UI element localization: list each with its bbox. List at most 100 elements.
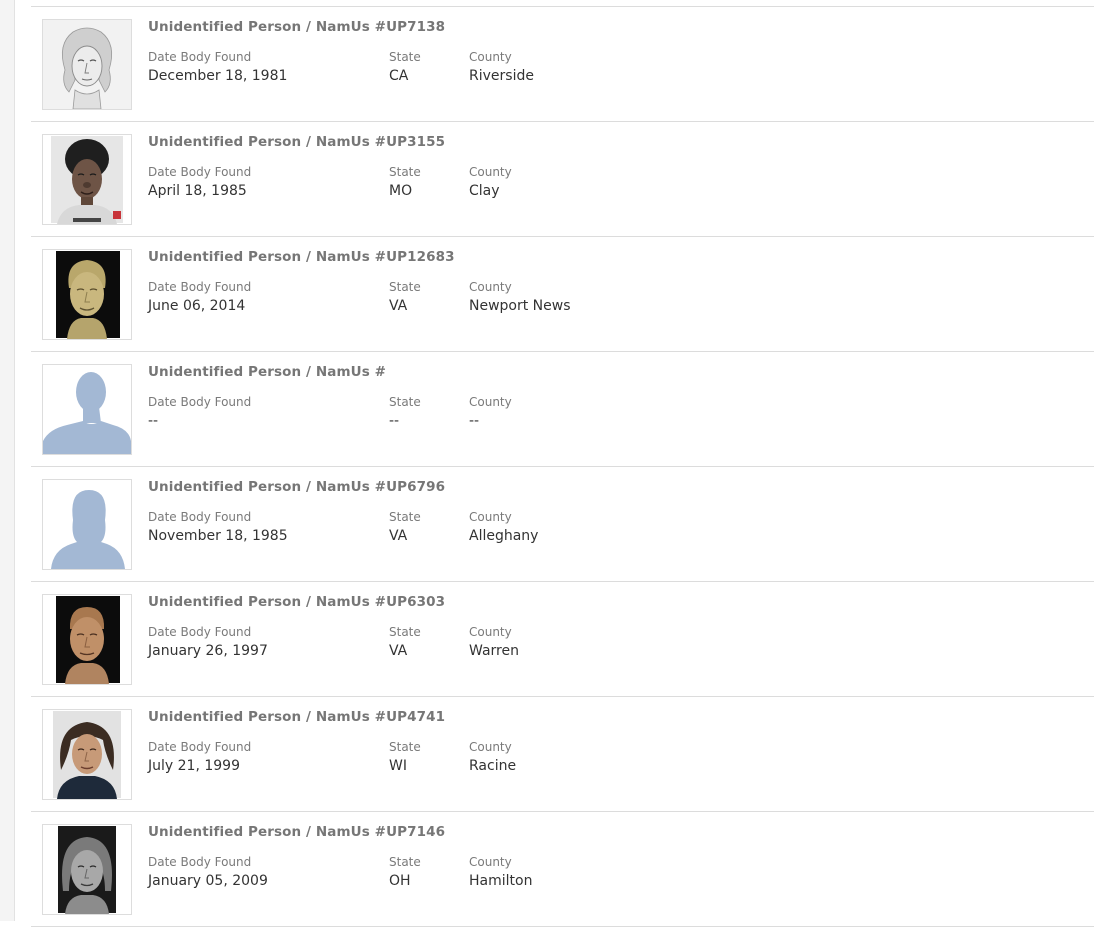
date-body-found-field: Date Body Found April 18, 1985	[148, 165, 251, 199]
county-label: County	[469, 625, 512, 639]
county-value: Racine	[469, 758, 517, 774]
date-value: January 26, 1997	[148, 643, 268, 659]
county-field: County Riverside	[469, 50, 534, 84]
state-label: State	[389, 740, 421, 754]
case-title[interactable]: Unidentified Person / NamUs #UP6303	[148, 594, 445, 610]
state-value: MO	[389, 183, 413, 199]
date-label: Date Body Found	[148, 280, 252, 294]
date-value: June 06, 2014	[148, 298, 246, 314]
county-field: County Newport News	[469, 280, 571, 314]
result-row[interactable]: Unidentified Person / NamUs #UP6303 Date…	[31, 582, 1094, 697]
county-value: Clay	[469, 183, 500, 199]
state-value: VA	[389, 643, 408, 659]
state-label: State	[389, 280, 421, 294]
state-value: VA	[389, 528, 408, 544]
case-title[interactable]: Unidentified Person / NamUs #UP4741	[148, 709, 445, 725]
date-label: Date Body Found	[148, 50, 252, 64]
result-row[interactable]: Unidentified Person / NamUs #UP4741 Date…	[31, 697, 1094, 812]
case-photo[interactable]	[42, 19, 132, 110]
case-title[interactable]: Unidentified Person / NamUs #UP7138	[148, 19, 445, 35]
clay-reconstruction-face-icon	[43, 250, 131, 339]
state-value: WI	[389, 758, 407, 774]
state-field: State WI	[389, 740, 421, 774]
result-row[interactable]: Unidentified Person / NamUs # Date Body …	[31, 352, 1094, 467]
result-row[interactable]: Unidentified Person / NamUs #UP6796 Date…	[31, 467, 1094, 582]
county-value: Warren	[469, 643, 519, 659]
date-body-found-field: Date Body Found --	[148, 395, 251, 429]
date-label: Date Body Found	[148, 855, 252, 869]
county-label: County	[469, 395, 512, 409]
state-label: State	[389, 855, 421, 869]
state-field: State VA	[389, 510, 421, 544]
state-field: State MO	[389, 165, 421, 199]
state-value: --	[389, 413, 400, 429]
date-value: January 05, 2009	[148, 873, 268, 889]
state-field: State VA	[389, 280, 421, 314]
state-field: State --	[389, 395, 421, 429]
case-photo[interactable]	[42, 479, 132, 570]
state-field: State CA	[389, 50, 421, 84]
case-photo[interactable]	[42, 249, 132, 340]
case-photo[interactable]	[42, 709, 132, 800]
female-silhouette-icon	[43, 480, 131, 569]
date-body-found-field: Date Body Found January 26, 1997	[148, 625, 268, 659]
clay-reconstruction-face-icon	[43, 595, 131, 684]
date-body-found-field: Date Body Found January 05, 2009	[148, 855, 268, 889]
county-label: County	[469, 510, 512, 524]
date-value: --	[148, 413, 159, 429]
county-value: Newport News	[469, 298, 571, 314]
county-field: County Warren	[469, 625, 519, 659]
county-value: Riverside	[469, 68, 534, 84]
date-label: Date Body Found	[148, 625, 252, 639]
case-photo[interactable]	[42, 594, 132, 685]
state-label: State	[389, 395, 421, 409]
date-label: Date Body Found	[148, 165, 252, 179]
county-field: County Alleghany	[469, 510, 538, 544]
county-value: Alleghany	[469, 528, 539, 544]
case-photo[interactable]	[42, 364, 132, 455]
case-photo[interactable]	[42, 134, 132, 225]
date-body-found-field: Date Body Found July 21, 1999	[148, 740, 251, 774]
left-rail	[0, 0, 15, 921]
county-field: County --	[469, 395, 512, 429]
county-value: --	[469, 413, 480, 429]
date-value: December 18, 1981	[148, 68, 288, 84]
county-label: County	[469, 165, 512, 179]
result-row[interactable]: Unidentified Person / NamUs #UP3155 Date…	[31, 122, 1094, 237]
result-row[interactable]: Unidentified Person / NamUs #UP7138 Date…	[31, 7, 1094, 122]
county-label: County	[469, 50, 512, 64]
composite-face-icon	[43, 135, 131, 224]
county-field: County Racine	[469, 740, 516, 774]
results-list: Unidentified Person / NamUs #UP7138 Date…	[31, 6, 1094, 927]
county-label: County	[469, 280, 512, 294]
state-label: State	[389, 50, 421, 64]
county-field: County Hamilton	[469, 855, 532, 889]
state-value: CA	[389, 68, 409, 84]
case-photo[interactable]	[42, 824, 132, 915]
county-value: Hamilton	[469, 873, 533, 889]
male-silhouette-icon	[43, 365, 131, 454]
state-value: VA	[389, 298, 408, 314]
state-label: State	[389, 625, 421, 639]
state-field: State OH	[389, 855, 421, 889]
state-label: State	[389, 510, 421, 524]
date-label: Date Body Found	[148, 395, 252, 409]
result-row[interactable]: Unidentified Person / NamUs #UP12683 Dat…	[31, 237, 1094, 352]
pencil-sketch-face-icon	[43, 20, 131, 109]
state-label: State	[389, 165, 421, 179]
county-field: County Clay	[469, 165, 512, 199]
case-title[interactable]: Unidentified Person / NamUs #UP6796	[148, 479, 445, 495]
date-body-found-field: Date Body Found June 06, 2014	[148, 280, 251, 314]
date-body-found-field: Date Body Found December 18, 1981	[148, 50, 287, 84]
date-label: Date Body Found	[148, 740, 252, 754]
case-title[interactable]: Unidentified Person / NamUs #UP12683	[148, 249, 455, 265]
state-value: OH	[389, 873, 411, 889]
county-label: County	[469, 740, 512, 754]
result-row[interactable]: Unidentified Person / NamUs #UP7146 Date…	[31, 812, 1094, 927]
date-value: July 21, 1999	[148, 758, 240, 774]
state-field: State VA	[389, 625, 421, 659]
case-title[interactable]: Unidentified Person / NamUs #	[148, 364, 386, 380]
date-value: April 18, 1985	[148, 183, 247, 199]
case-title[interactable]: Unidentified Person / NamUs #UP3155	[148, 134, 445, 150]
case-title[interactable]: Unidentified Person / NamUs #UP7146	[148, 824, 445, 840]
